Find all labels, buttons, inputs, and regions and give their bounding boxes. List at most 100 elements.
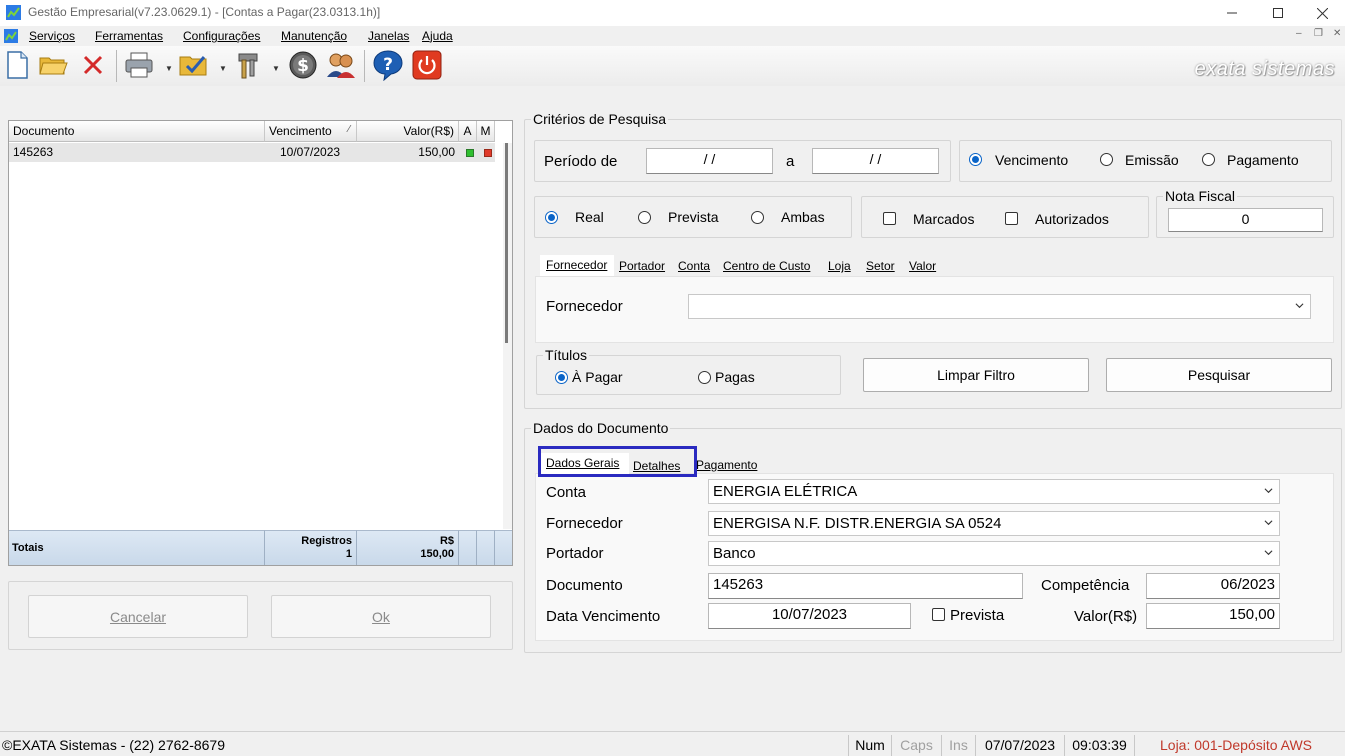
- tools-dropdown-icon[interactable]: ▼: [272, 64, 280, 73]
- radio-vencimento[interactable]: [969, 153, 982, 166]
- competencia-input[interactable]: 06/2023: [1146, 573, 1280, 599]
- svg-text:$: $: [297, 56, 309, 76]
- radio-a-pagar[interactable]: [555, 371, 568, 384]
- radio-a-pagar-label: À Pagar: [572, 369, 623, 385]
- table-row[interactable]: 145263 10/07/2023 150,00: [9, 143, 495, 162]
- radio-prevista-label: Prevista: [668, 209, 719, 225]
- status-bar: ©EXATA Sistemas - (22) 2762-8679 Num Cap…: [0, 731, 1345, 756]
- menu-ajuda[interactable]: Ajuda: [422, 29, 453, 43]
- valor-input[interactable]: 150,00: [1146, 603, 1280, 629]
- radio-pagas-label: Pagas: [715, 369, 755, 385]
- chevron-down-icon: [1264, 488, 1273, 494]
- cancel-button[interactable]: Cancelar: [28, 595, 248, 638]
- search-button[interactable]: Pesquisar: [1106, 358, 1332, 392]
- tab-pagamento[interactable]: Pagamento: [696, 455, 757, 475]
- menu-janelas[interactable]: Janelas: [368, 29, 409, 43]
- help-button[interactable]: ?: [371, 48, 405, 82]
- radio-pagas[interactable]: [698, 371, 711, 384]
- valor-label: Valor(R$): [1074, 608, 1138, 625]
- print-button[interactable]: [122, 48, 156, 82]
- portador-value: Banco: [713, 545, 756, 562]
- tab-setor[interactable]: Setor: [866, 256, 895, 276]
- delete-icon: [83, 55, 103, 75]
- document-data-title: Dados do Documento: [531, 420, 671, 436]
- column-header-vencimento[interactable]: Vencimento ⁄: [265, 121, 357, 142]
- totals-registros-value: 1: [345, 548, 352, 560]
- close-window-button[interactable]: [1299, 0, 1345, 26]
- tools-button[interactable]: [232, 48, 266, 82]
- minimize-button[interactable]: [1209, 0, 1255, 26]
- column-header-vencimento-label: Vencimento: [269, 124, 332, 138]
- print-dropdown-icon[interactable]: ▼: [165, 64, 173, 73]
- close-icon: [1316, 7, 1328, 19]
- child-restore-icon[interactable]: ❐: [1314, 28, 1323, 39]
- grid-scrollbar-thumb[interactable]: [505, 143, 508, 343]
- child-minimize-icon[interactable]: –: [1296, 28, 1302, 39]
- column-header-m[interactable]: M: [477, 121, 495, 142]
- radio-prevista[interactable]: [638, 211, 651, 224]
- conta-label: Conta: [546, 484, 587, 501]
- radio-real[interactable]: [545, 211, 558, 224]
- menu-configuracoes[interactable]: Configurações: [183, 29, 260, 43]
- menu-ferramentas[interactable]: Ferramentas: [95, 29, 163, 43]
- status-date: 07/07/2023: [975, 735, 1064, 756]
- column-header-documento[interactable]: Documento: [9, 121, 265, 142]
- ok-button[interactable]: Ok: [271, 595, 491, 638]
- menu-bar: Serviços Ferramentas Configurações Manut…: [0, 26, 1345, 46]
- conta-select[interactable]: ENERGIA ELÉTRICA: [708, 479, 1280, 504]
- marcados-checkbox[interactable]: [883, 212, 896, 225]
- child-close-icon[interactable]: ✕: [1333, 28, 1341, 39]
- radio-real-label: Real: [575, 209, 604, 225]
- status-company: ©EXATA Sistemas - (22) 2762-8679: [2, 737, 226, 753]
- column-header-a[interactable]: A: [459, 121, 477, 142]
- menu-servicos[interactable]: Serviços: [29, 29, 75, 43]
- portador-select[interactable]: Banco: [708, 541, 1280, 566]
- users-icon: [327, 53, 355, 78]
- period-from-input[interactable]: / /: [646, 148, 773, 174]
- totals-valor-value: 150,00: [420, 548, 454, 560]
- ok-label: Ok: [372, 608, 390, 625]
- exit-button[interactable]: [410, 48, 444, 82]
- radio-pagamento[interactable]: [1202, 153, 1215, 166]
- data-vencimento-input[interactable]: 10/07/2023: [708, 603, 911, 629]
- users-button[interactable]: [324, 48, 358, 82]
- menu-manutencao[interactable]: Manutenção: [281, 29, 347, 43]
- clear-filter-button[interactable]: Limpar Filtro: [863, 358, 1089, 392]
- filter-fornecedor-select[interactable]: [688, 294, 1311, 319]
- open-folder-icon: [39, 57, 68, 75]
- period-to-input[interactable]: / /: [812, 148, 939, 174]
- autorizados-checkbox[interactable]: [1005, 212, 1018, 225]
- documento-input[interactable]: 145263: [708, 573, 1023, 599]
- app-icon: [6, 5, 21, 20]
- column-header-valor[interactable]: Valor(R$): [357, 121, 459, 142]
- help-icon: ?: [373, 50, 403, 81]
- prevista-checkbox[interactable]: [932, 608, 945, 621]
- maximize-button[interactable]: [1255, 0, 1301, 26]
- totals-registros-cell: Registros 1: [265, 530, 357, 565]
- totals-a-cell: [459, 530, 477, 565]
- nota-fiscal-input[interactable]: 0: [1168, 208, 1323, 232]
- clear-filter-label: Limpar Filtro: [937, 367, 1015, 383]
- status-store: Loja: 001-Depósito AWS: [1134, 735, 1345, 756]
- checklist-button[interactable]: [177, 48, 211, 82]
- new-button[interactable]: [0, 48, 34, 82]
- cell-valor: 150,00: [418, 145, 455, 159]
- fornecedor-select[interactable]: ENERGISA N.F. DISTR.ENERGIA SA 0524: [708, 511, 1280, 536]
- radio-ambas[interactable]: [751, 211, 764, 224]
- delete-button[interactable]: [76, 48, 110, 82]
- checklist-dropdown-icon[interactable]: ▼: [219, 64, 227, 73]
- open-button[interactable]: [36, 48, 70, 82]
- financial-button[interactable]: $: [286, 48, 320, 82]
- search-criteria-title: Critérios de Pesquisa: [531, 111, 669, 127]
- tab-loja[interactable]: Loja: [828, 256, 851, 276]
- radio-emissao[interactable]: [1100, 153, 1113, 166]
- competencia-label: Competência: [1041, 577, 1130, 594]
- tab-portador[interactable]: Portador: [619, 256, 665, 276]
- documento-label: Documento: [546, 577, 623, 594]
- tab-centro-de-custo[interactable]: Centro de Custo: [723, 256, 810, 276]
- tab-valor[interactable]: Valor: [909, 256, 936, 276]
- new-document-icon: [7, 51, 28, 79]
- data-vencimento-label: Data Vencimento: [546, 608, 661, 625]
- tab-conta[interactable]: Conta: [678, 256, 710, 276]
- tab-fornecedor[interactable]: Fornecedor: [540, 255, 614, 277]
